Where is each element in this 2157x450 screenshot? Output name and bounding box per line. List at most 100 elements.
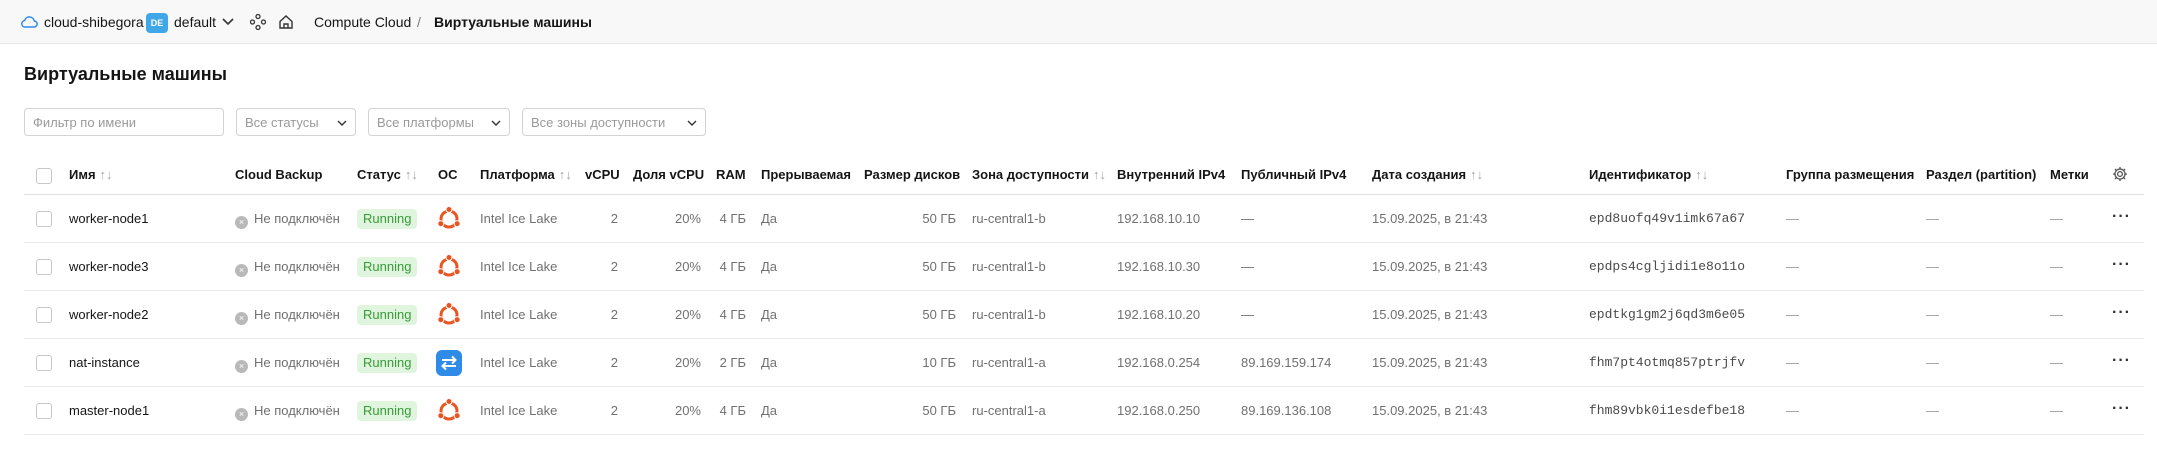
cloud-backup-label: Не подключён bbox=[254, 259, 340, 274]
vm-id-cell: fhm7pt4otmq857ptrjfv bbox=[1589, 355, 1746, 370]
row-checkbox[interactable] bbox=[36, 355, 52, 371]
status-badge: Running bbox=[357, 257, 418, 277]
vcpu-cell: 2 bbox=[610, 307, 618, 322]
column-header-ram: RAM bbox=[716, 167, 746, 182]
vm-name-link[interactable]: master-node1 bbox=[69, 403, 149, 418]
breadcrumb-separator: / bbox=[417, 14, 421, 30]
column-header-id[interactable]: Идентификатор ↑↓ bbox=[1589, 167, 1708, 182]
chevron-down-icon bbox=[687, 120, 697, 126]
row-divider bbox=[24, 242, 2144, 243]
internal-ip-cell: 192.168.0.254 bbox=[1117, 355, 1201, 370]
home-icon[interactable] bbox=[278, 0, 296, 44]
status-badge: Running bbox=[357, 209, 418, 229]
sort-icon[interactable]: ↑↓ bbox=[1470, 167, 1483, 182]
column-header-vcpu: vCPU bbox=[585, 167, 620, 182]
partition-cell: — bbox=[1926, 211, 1939, 226]
cloud-backup-label: Не подключён bbox=[254, 307, 340, 322]
breadcrumb-compute-cloud[interactable]: Compute Cloud bbox=[314, 0, 411, 44]
sort-icon[interactable]: ↑↓ bbox=[405, 167, 418, 182]
column-header-platform[interactable]: Платформа ↑↓ bbox=[480, 167, 572, 182]
public-ip-cell: 89.169.136.108 bbox=[1241, 403, 1332, 418]
created-cell: 15.09.2025, в 21:43 bbox=[1372, 307, 1488, 322]
partition-cell: — bbox=[1926, 355, 1939, 370]
chevron-down-icon[interactable] bbox=[222, 0, 236, 44]
column-header-status[interactable]: Статус ↑↓ bbox=[357, 167, 418, 182]
select-all-checkbox[interactable] bbox=[36, 168, 52, 184]
partition-cell: — bbox=[1926, 259, 1939, 274]
gear-icon[interactable] bbox=[2112, 166, 2128, 182]
ubuntu-icon bbox=[436, 254, 462, 280]
row-checkbox[interactable] bbox=[36, 403, 52, 419]
vcpu-share-cell: 20% bbox=[674, 355, 701, 370]
cloud-backup-label: Не подключён bbox=[254, 355, 340, 370]
sort-icon[interactable]: ↑↓ bbox=[1695, 167, 1708, 182]
column-header-label: Платформа bbox=[480, 167, 555, 182]
column-header-created[interactable]: Дата создания ↑↓ bbox=[1372, 167, 1483, 182]
status-filter-select[interactable]: Все статусы bbox=[236, 108, 356, 136]
zone-filter-value: Все зоны доступности bbox=[531, 114, 666, 130]
public-ip-cell: 89.169.159.174 bbox=[1241, 355, 1332, 370]
cloud-backup-status: × Не подключён bbox=[235, 259, 340, 277]
folder-badge: DE bbox=[146, 13, 168, 33]
services-icon[interactable] bbox=[250, 0, 268, 44]
zone-filter-select[interactable]: Все зоны доступности bbox=[522, 108, 706, 136]
column-header-label: Идентификатор bbox=[1589, 167, 1692, 182]
vm-name-link[interactable]: worker-node1 bbox=[69, 211, 149, 226]
disk-size-cell: 10 ГБ bbox=[922, 355, 956, 370]
folder-selector[interactable]: default bbox=[174, 0, 216, 44]
row-checkbox[interactable] bbox=[36, 259, 52, 275]
cloud-backup-status: × Не подключён bbox=[235, 403, 340, 421]
page-title: Виртуальные машины bbox=[24, 64, 228, 84]
column-header-disk-size: Размер дисков bbox=[864, 167, 961, 182]
more-actions-button[interactable]: ··· bbox=[2112, 208, 2132, 226]
vcpu-share-cell: 20% bbox=[674, 307, 701, 322]
preemptible-cell: Да bbox=[761, 403, 778, 418]
preemptible-cell: Да bbox=[761, 355, 778, 370]
placement-cell: — bbox=[1786, 403, 1799, 418]
sort-icon[interactable]: ↑↓ bbox=[100, 167, 113, 182]
vm-name-link[interactable]: worker-node3 bbox=[69, 259, 149, 274]
column-header-zone[interactable]: Зона доступности ↑↓ bbox=[972, 167, 1106, 182]
vm-name-link[interactable]: worker-node2 bbox=[69, 307, 149, 322]
top-bar: cloud-shibegora DE default Compute Cloud… bbox=[0, 0, 2157, 44]
name-filter-input[interactable]: Фильтр по имени bbox=[24, 108, 224, 136]
column-header-partition: Раздел (partition) bbox=[1926, 167, 2037, 182]
column-header-public-ip: Публичный IPv4 bbox=[1241, 167, 1347, 182]
platform-cell: Intel Ice Lake bbox=[480, 403, 558, 418]
status-badge: Running bbox=[357, 353, 418, 373]
column-header-name[interactable]: Имя ↑↓ bbox=[69, 167, 113, 182]
platform-cell: Intel Ice Lake bbox=[480, 307, 558, 322]
more-actions-button[interactable]: ··· bbox=[2112, 304, 2132, 322]
sort-icon[interactable]: ↑↓ bbox=[559, 167, 572, 182]
vcpu-cell: 2 bbox=[610, 403, 618, 418]
column-header-label: Имя bbox=[69, 167, 96, 182]
row-checkbox[interactable] bbox=[36, 307, 52, 323]
vcpu-cell: 2 bbox=[610, 355, 618, 370]
vm-id-cell: epdps4cgljidi1e8o11o bbox=[1589, 259, 1746, 274]
disk-size-cell: 50 ГБ bbox=[922, 307, 956, 322]
more-actions-button[interactable]: ··· bbox=[2112, 256, 2132, 274]
created-cell: 15.09.2025, в 21:43 bbox=[1372, 403, 1488, 418]
row-checkbox[interactable] bbox=[36, 211, 52, 227]
placement-cell: — bbox=[1786, 355, 1799, 370]
more-actions-button[interactable]: ··· bbox=[2112, 400, 2132, 418]
zone-cell: ru-central1-b bbox=[972, 307, 1046, 322]
column-header-placement: Группа размещения bbox=[1786, 167, 1915, 182]
more-actions-button[interactable]: ··· bbox=[2112, 352, 2132, 370]
cloud-backup-status: × Не подключён bbox=[235, 355, 340, 373]
sort-icon[interactable]: ↑↓ bbox=[1093, 167, 1106, 182]
status-badge: Running bbox=[357, 401, 418, 421]
platform-filter-select[interactable]: Все платформы bbox=[368, 108, 510, 136]
vm-name-link[interactable]: nat-instance bbox=[69, 355, 140, 370]
column-header-os: ОС bbox=[438, 167, 458, 182]
labels-cell: — bbox=[2050, 403, 2063, 418]
name-filter-placeholder: Фильтр по имени bbox=[33, 114, 137, 130]
close-circle-icon: × bbox=[235, 408, 248, 421]
ram-cell: 4 ГБ bbox=[719, 211, 746, 226]
created-cell: 15.09.2025, в 21:43 bbox=[1372, 355, 1488, 370]
cloud-selector[interactable]: cloud-shibegora bbox=[44, 0, 144, 44]
disk-size-cell: 50 ГБ bbox=[922, 211, 956, 226]
public-ip-cell: — bbox=[1241, 211, 1254, 226]
chevron-down-icon bbox=[491, 120, 501, 126]
row-divider bbox=[24, 290, 2144, 291]
